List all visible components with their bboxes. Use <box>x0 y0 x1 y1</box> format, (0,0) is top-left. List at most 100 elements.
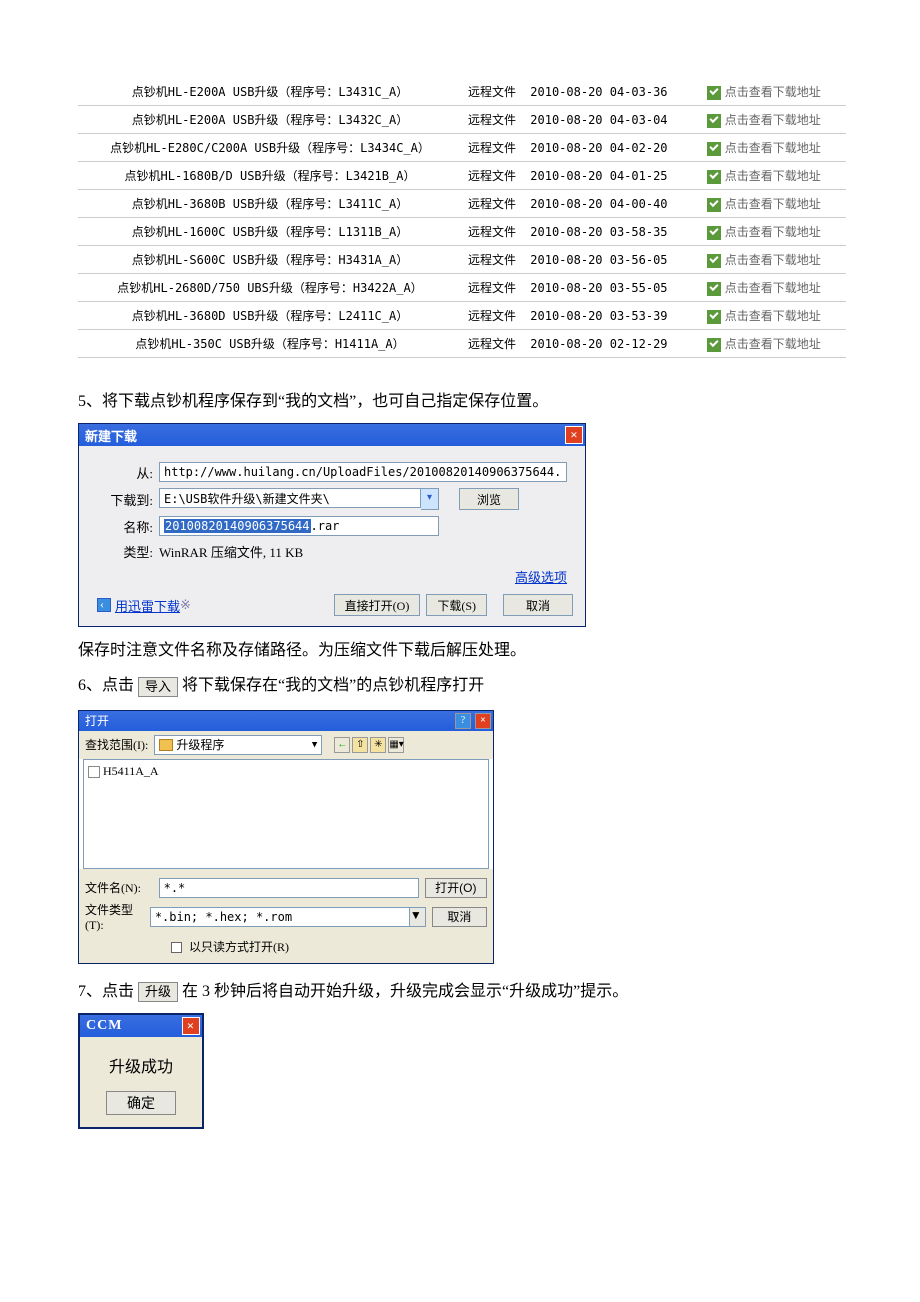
advanced-options-link[interactable]: 高级选项 <box>515 567 567 586</box>
chevron-down-icon[interactable]: ▾ <box>421 488 439 510</box>
filetype-field[interactable] <box>150 907 410 927</box>
row-type: 远程文件 <box>462 302 524 330</box>
table-row: 点钞机HL-E200A USB升级（程序号：L3432C_A）远程文件2010-… <box>78 106 846 134</box>
download-icon <box>707 198 721 212</box>
filename-field[interactable] <box>159 878 419 898</box>
step-7-pre: 7、点击 <box>78 983 134 1000</box>
row-link[interactable]: 点击查看下载地址 <box>701 190 846 218</box>
up-folder-icon[interactable]: ⇧ <box>352 737 368 753</box>
upgrade-button-inline[interactable]: 升级 <box>138 982 178 1002</box>
filename-ext: .rar <box>311 519 340 533</box>
xunlei-icon <box>97 598 111 612</box>
download-icon <box>707 226 721 240</box>
browse-button[interactable]: 浏览 <box>459 488 519 510</box>
open-file-dialog: 打开 ? × 查找范围(I): 升级程序 ▼ ← ⇧ ✳ ▦▾ H5411A_A… <box>78 710 494 964</box>
row-link[interactable]: 点击查看下载地址 <box>701 218 846 246</box>
row-link[interactable]: 点击查看下载地址 <box>701 302 846 330</box>
table-row: 点钞机HL-E200A USB升级（程序号：L3431C_A）远程文件2010-… <box>78 78 846 106</box>
name-label: 名称: <box>97 517 153 536</box>
row-name: 点钞机HL-350C USB升级（程序号：H1411A_A） <box>78 330 462 358</box>
back-icon[interactable]: ← <box>334 737 350 753</box>
download-icon <box>707 86 721 100</box>
download-icon <box>707 170 721 184</box>
row-type: 远程文件 <box>462 106 524 134</box>
row-date: 2010-08-20 02-12-29 <box>524 330 700 358</box>
xunlei-link[interactable]: 用迅雷下载 <box>115 596 180 615</box>
dialog-title: 新建下载 <box>85 426 137 445</box>
table-row: 点钞机HL-3680D USB升级（程序号：L2411C_A）远程文件2010-… <box>78 302 846 330</box>
row-date: 2010-08-20 04-01-25 <box>524 162 700 190</box>
table-row: 点钞机HL-1600C USB升级（程序号：L1311B_A）远程文件2010-… <box>78 218 846 246</box>
success-title: CCM <box>86 1018 122 1034</box>
filetype-label: 文件类型(T): <box>85 901 150 933</box>
row-link[interactable]: 点击查看下载地址 <box>701 330 846 358</box>
cancel-button[interactable]: 取消 <box>503 594 573 616</box>
open-title: 打开 <box>85 712 109 729</box>
download-to-label: 下载到: <box>97 490 153 509</box>
success-dialog: CCM × 升级成功 确定 <box>78 1013 204 1129</box>
row-link[interactable]: 点击查看下载地址 <box>701 274 846 302</box>
table-row: 点钞机HL-S600C USB升级（程序号：H3431A_A）远程文件2010-… <box>78 246 846 274</box>
from-label: 从: <box>97 463 153 482</box>
row-link[interactable]: 点击查看下载地址 <box>701 134 846 162</box>
close-icon[interactable]: × <box>182 1017 200 1035</box>
lookin-combo[interactable]: 升级程序 ▼ <box>154 735 322 755</box>
filename-input[interactable]: 20100820140906375644.rar <box>159 516 439 536</box>
row-link[interactable]: 点击查看下载地址 <box>701 106 846 134</box>
download-button[interactable]: 下载(S) <box>426 594 487 616</box>
row-name: 点钞机HL-E200A USB升级（程序号：L3431C_A） <box>78 78 462 106</box>
from-url-input[interactable] <box>159 462 567 482</box>
table-row: 点钞机HL-1680B/D USB升级（程序号：L3421B_A）远程文件201… <box>78 162 846 190</box>
step-6-pre: 6、点击 <box>78 677 134 694</box>
new-folder-icon[interactable]: ✳ <box>370 737 386 753</box>
ok-button[interactable]: 确定 <box>106 1091 176 1115</box>
view-menu-icon[interactable]: ▦▾ <box>388 737 404 753</box>
download-icon <box>707 254 721 268</box>
download-icon <box>707 282 721 296</box>
row-date: 2010-08-20 03-55-05 <box>524 274 700 302</box>
chevron-down-icon[interactable]: ▼ <box>410 907 426 927</box>
row-name: 点钞机HL-S600C USB升级（程序号：H3431A_A） <box>78 246 462 274</box>
readonly-checkbox-row[interactable]: 以只读方式打开(R) <box>171 938 487 955</box>
row-type: 远程文件 <box>462 134 524 162</box>
download-to-combo[interactable]: ▾ <box>159 488 439 510</box>
row-date: 2010-08-20 04-02-20 <box>524 134 700 162</box>
row-name: 点钞机HL-2680D/750 UBS升级（程序号：H3422A_A） <box>78 274 462 302</box>
row-type: 远程文件 <box>462 162 524 190</box>
type-value: WinRAR 压缩文件, 11 KB <box>159 542 573 561</box>
direct-open-button[interactable]: 直接打开(O) <box>334 594 421 616</box>
step-5-text: 5、将下载点钞机程序保存到“我的文档”，也可自己指定保存位置。 <box>78 388 846 415</box>
lookin-label: 查找范围(I): <box>85 736 148 753</box>
row-type: 远程文件 <box>462 218 524 246</box>
readonly-label: 以只读方式打开(R) <box>189 940 289 954</box>
type-label: 类型: <box>97 542 153 561</box>
new-download-titlebar[interactable]: 新建下载 × <box>79 424 585 446</box>
download-icon <box>707 310 721 324</box>
checkbox-icon[interactable] <box>171 942 182 953</box>
close-icon[interactable]: × <box>565 426 583 444</box>
row-date: 2010-08-20 03-53-39 <box>524 302 700 330</box>
open-titlebar[interactable]: 打开 ? × <box>79 711 493 731</box>
file-item[interactable]: H5411A_A <box>103 764 159 778</box>
open-button[interactable]: 打开(O) <box>425 878 487 898</box>
download-links-table: 点钞机HL-E200A USB升级（程序号：L3431C_A）远程文件2010-… <box>78 78 846 358</box>
open-cancel-button[interactable]: 取消 <box>432 907 487 927</box>
download-icon <box>707 142 721 156</box>
table-row: 点钞机HL-350C USB升级（程序号：H1411A_A）远程文件2010-0… <box>78 330 846 358</box>
xunlei-suffix: ※ <box>180 597 191 613</box>
new-download-dialog: 新建下载 × 从: 下载到: ▾ 浏览 名称: 2010082014090637… <box>78 423 586 627</box>
download-to-input[interactable] <box>159 488 421 508</box>
help-icon[interactable]: ? <box>455 713 471 729</box>
row-name: 点钞机HL-E280C/C200A USB升级（程序号：L3434C_A） <box>78 134 462 162</box>
row-link[interactable]: 点击查看下载地址 <box>701 246 846 274</box>
row-link[interactable]: 点击查看下载地址 <box>701 162 846 190</box>
step-6-text: 6、点击 导入 将下载保存在“我的文档”的点钞机程序打开 <box>78 672 846 699</box>
success-titlebar[interactable]: CCM × <box>80 1015 202 1037</box>
table-row: 点钞机HL-3680B USB升级（程序号：L3411C_A）远程文件2010-… <box>78 190 846 218</box>
row-link[interactable]: 点击查看下载地址 <box>701 78 846 106</box>
import-button-inline[interactable]: 导入 <box>138 677 178 697</box>
table-row: 点钞机HL-2680D/750 UBS升级（程序号：H3422A_A）远程文件2… <box>78 274 846 302</box>
file-list[interactable]: H5411A_A <box>83 759 489 869</box>
close-icon[interactable]: × <box>475 713 491 729</box>
row-name: 点钞机HL-1600C USB升级（程序号：L1311B_A） <box>78 218 462 246</box>
